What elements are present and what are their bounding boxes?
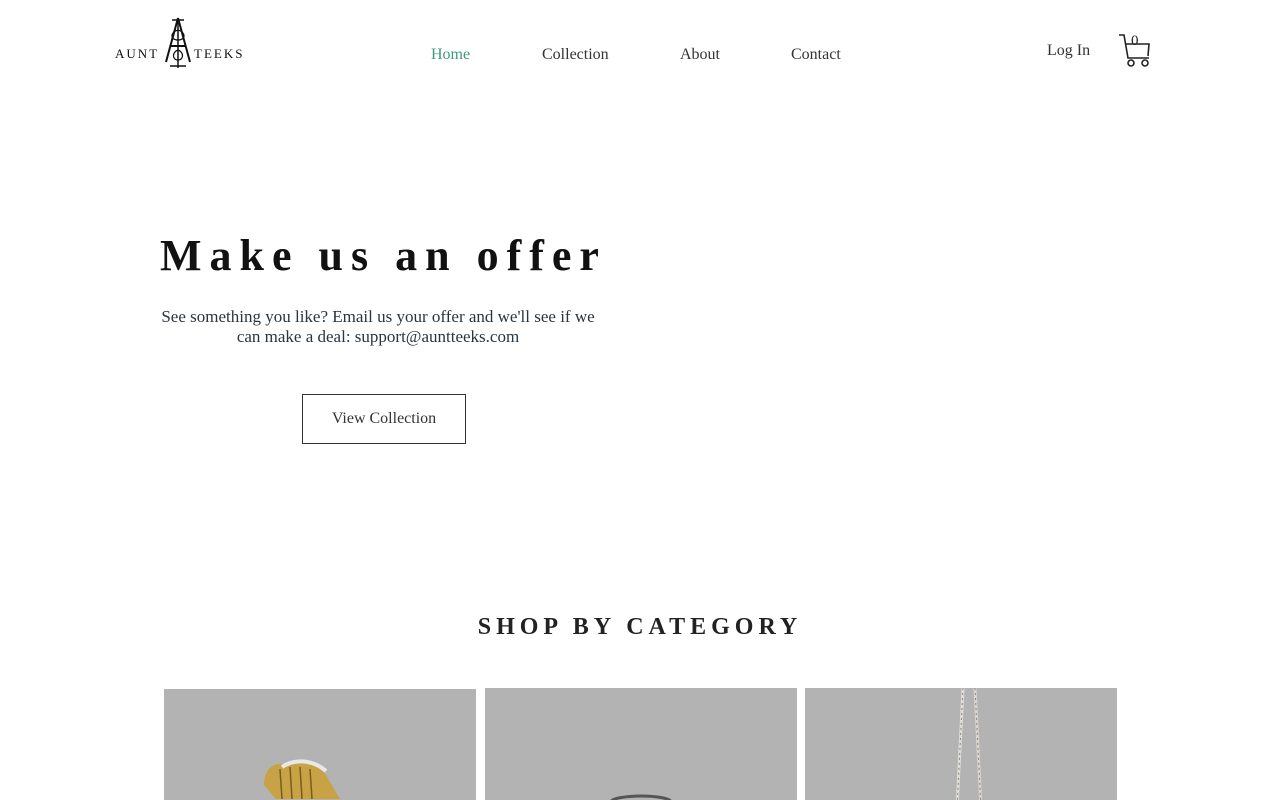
category-card-2[interactable] bbox=[485, 688, 797, 800]
category-card-3[interactable] bbox=[805, 688, 1117, 800]
logo-word-right: TEEKS bbox=[194, 46, 245, 61]
chain-necklace-image bbox=[955, 688, 983, 800]
site-logo[interactable]: AUNT TEEKS bbox=[114, 16, 246, 70]
hero-description: See something you like? Email us your of… bbox=[161, 307, 595, 346]
hero-title: Make us an offer bbox=[160, 231, 607, 280]
view-collection-button[interactable]: View Collection bbox=[302, 394, 466, 444]
logo-monogram-icon bbox=[165, 17, 191, 68]
cart-count-badge: 0 bbox=[1131, 33, 1139, 49]
nav-about[interactable]: About bbox=[680, 46, 720, 64]
harp-brooch-image bbox=[264, 759, 340, 800]
section-title: SHOP BY CATEGORY bbox=[477, 614, 803, 640]
nav-collection[interactable]: Collection bbox=[542, 46, 609, 64]
category-card-1[interactable] bbox=[164, 689, 476, 800]
ring-image bbox=[610, 794, 672, 800]
nav-contact[interactable]: Contact bbox=[791, 46, 841, 64]
login-link[interactable]: Log In bbox=[1047, 42, 1090, 60]
logo-word-left: AUNT bbox=[115, 46, 160, 61]
nav-home[interactable]: Home bbox=[431, 46, 470, 64]
